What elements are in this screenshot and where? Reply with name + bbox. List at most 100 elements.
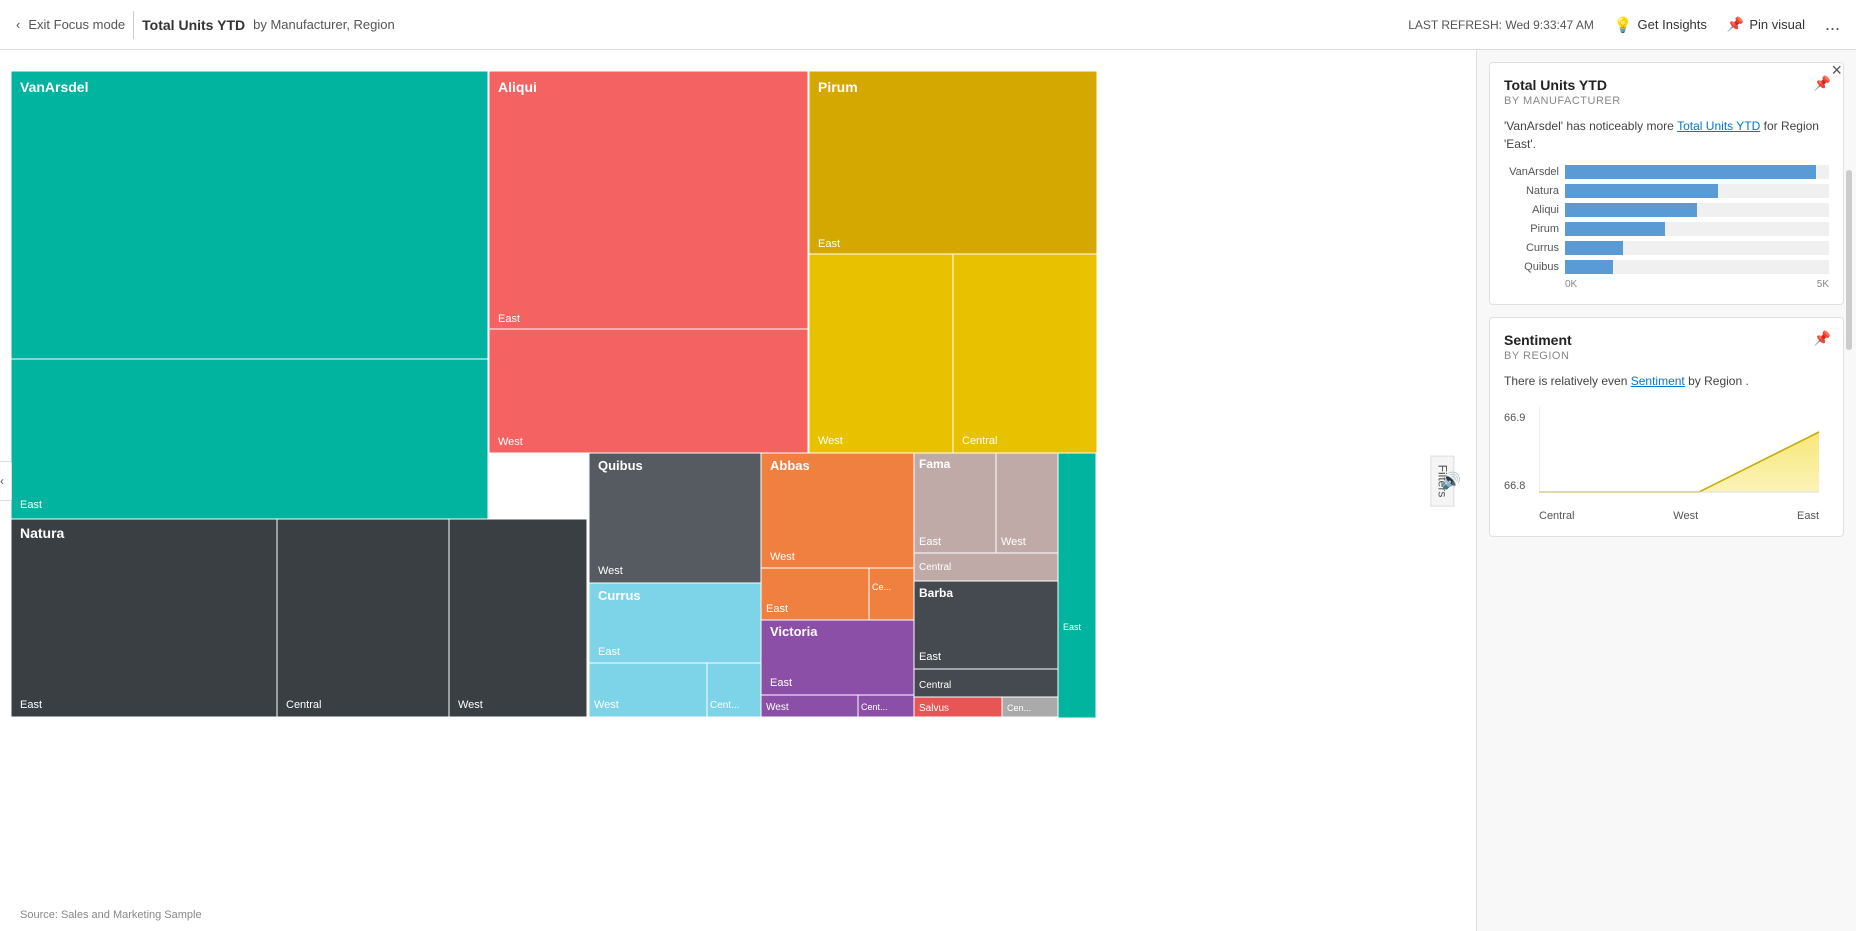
- bar-fill-pirum: [1565, 222, 1665, 236]
- cell-label-fama: Fama: [919, 457, 951, 471]
- collapse-panel-button[interactable]: ‹: [0, 461, 12, 501]
- treemap-cell-vanarsdel-central[interactable]: [11, 71, 488, 359]
- treemap-cell-pirum-west[interactable]: [809, 254, 953, 453]
- page-title: Total Units YTD: [142, 17, 245, 33]
- treemap-cell-aliqui-west[interactable]: [489, 329, 808, 453]
- cell-label-pirum-east: East: [818, 238, 840, 250]
- bar-fill-natura: [1565, 184, 1718, 198]
- cell-label-vanarsdel: VanArsdel: [20, 79, 88, 95]
- audio-icon[interactable]: 🔊: [1441, 471, 1461, 491]
- insights-card-total-units: 📌 Total Units YTD BY MANUFACTURER 'VanAr…: [1489, 62, 1844, 305]
- bar-row-currus: Currus: [1504, 241, 1829, 255]
- cell-label-vanarsdel-east: East: [20, 499, 42, 511]
- cell-label-natura-west: West: [458, 699, 483, 711]
- insights-card-title: Total Units YTD: [1504, 77, 1829, 93]
- cell-label-currus: Currus: [598, 588, 641, 603]
- treemap-svg: VanArsdel East Central West Aliqui East …: [10, 70, 1100, 720]
- bar-fill-vanarsdel: [1565, 165, 1816, 179]
- bar-row-aliqui: Aliqui: [1504, 203, 1829, 217]
- last-refresh-label: LAST REFRESH: Wed 9:33:47 AM: [1408, 18, 1594, 32]
- cell-label-aliqui-east: East: [498, 313, 520, 325]
- cell-label-fama-central: Central: [919, 562, 951, 573]
- cell-label-currus-east: East: [598, 646, 620, 658]
- cell-label-victoria-east: East: [770, 677, 792, 689]
- scrollbar[interactable]: [1846, 170, 1852, 350]
- sentiment-x-labels: Central West East: [1539, 510, 1819, 522]
- cell-label-currus-central: Cent...: [710, 700, 739, 711]
- sentiment-card-title: Sentiment: [1504, 332, 1829, 348]
- cell-label-barba: Barba: [919, 586, 953, 600]
- cell-label-currus-west: West: [594, 699, 619, 711]
- bar-chart: VanArsdel Natura Aliqui Pirum Currus: [1504, 165, 1829, 290]
- treemap-cell-pirum-central[interactable]: [953, 254, 1097, 453]
- bar-row-pirum: Pirum: [1504, 222, 1829, 236]
- treemap-container: ‹ 🔊 Filters VanArsdel East Central West: [10, 70, 1466, 891]
- bar-fill-quibus: [1565, 260, 1613, 274]
- cell-label-aliqui: Aliqui: [498, 79, 537, 95]
- cell-label-abbas-east: East: [766, 603, 788, 615]
- cell-label-salvus: Salvus: [919, 703, 949, 714]
- cell-label-leo-east: East: [1063, 622, 1082, 632]
- bar-row-natura: Natura: [1504, 184, 1829, 198]
- sentiment-link[interactable]: Sentiment: [1631, 374, 1685, 388]
- sentiment-svg: [1539, 407, 1819, 502]
- back-icon: ‹: [16, 17, 20, 32]
- lightbulb-icon: 💡: [1614, 16, 1633, 34]
- pin-sentiment-button[interactable]: 📌: [1814, 330, 1831, 347]
- cell-label-fama-east: East: [919, 536, 941, 548]
- bar-fill-currus: [1565, 241, 1623, 255]
- bar-axis: 0K 5K: [1504, 279, 1829, 290]
- chart-area: ‹ 🔊 Filters VanArsdel East Central West: [0, 50, 1476, 931]
- topbar-right: LAST REFRESH: Wed 9:33:47 AM 💡 Get Insig…: [1408, 14, 1840, 35]
- cell-label-natura: Natura: [20, 525, 65, 541]
- cell-label-victoria: Victoria: [770, 624, 818, 639]
- sentiment-area: [1539, 412, 1819, 492]
- treemap-cell-natura-central[interactable]: [277, 519, 449, 717]
- page-subtitle: by Manufacturer, Region: [253, 17, 395, 32]
- sentiment-area-chart: 66.9 66.8: [1504, 402, 1829, 522]
- bar-fill-aliqui: [1565, 203, 1697, 217]
- cell-label-aliqui-west: West: [498, 436, 523, 448]
- cell-label-pirum-central: Central: [962, 435, 997, 447]
- bar-row-vanarsdel: VanArsdel: [1504, 165, 1829, 179]
- cell-label-abbas-west: West: [770, 551, 795, 563]
- treemap-cell-aliqui-east[interactable]: [489, 71, 808, 329]
- sentiment-y-labels: 66.9 66.8: [1504, 412, 1525, 492]
- topbar: ‹ Exit Focus mode Total Units YTD by Man…: [0, 0, 1856, 50]
- cell-label-abbas: Abbas: [770, 458, 810, 473]
- source-text: Source: Sales and Marketing Sample: [10, 901, 1466, 921]
- bar-row-quibus: Quibus: [1504, 260, 1829, 274]
- insights-link[interactable]: Total Units YTD: [1677, 119, 1760, 133]
- more-options-button[interactable]: ...: [1825, 14, 1840, 35]
- treemap-cell-natura-east[interactable]: [11, 519, 277, 717]
- treemap-cell-leo-east[interactable]: [1058, 453, 1096, 718]
- sentiment-card-description: There is relatively even Sentiment by Re…: [1504, 372, 1829, 390]
- close-panel-button[interactable]: ×: [1831, 60, 1842, 81]
- insights-card-subtitle: BY MANUFACTURER: [1504, 95, 1829, 107]
- right-panel: × 📌 Total Units YTD BY MANUFACTURER 'Van…: [1476, 50, 1856, 931]
- pin-card-button[interactable]: 📌: [1814, 75, 1831, 92]
- topbar-left: ‹ Exit Focus mode Total Units YTD by Man…: [16, 11, 395, 39]
- cell-label-barba-central: Central: [919, 680, 951, 691]
- cell-label-pirum-west: West: [818, 435, 843, 447]
- cell-label-barba-east: East: [919, 651, 941, 663]
- treemap-cell-pirum-east[interactable]: [809, 71, 1097, 254]
- cell-label-fama-west: West: [1001, 536, 1026, 548]
- cell-label-quibus: Quibus: [598, 458, 643, 473]
- treemap-cell-abbas-ce[interactable]: [869, 568, 914, 620]
- cell-label-quibus-west: West: [598, 565, 623, 577]
- insights-card-sentiment: 📌 Sentiment BY REGION There is relativel…: [1489, 317, 1844, 537]
- main-layout: ‹ 🔊 Filters VanArsdel East Central West: [0, 50, 1856, 931]
- sentiment-card-subtitle: BY REGION: [1504, 350, 1829, 362]
- pin-visual-button[interactable]: 📌 Pin visual: [1727, 16, 1805, 33]
- insights-card-description: 'VanArsdel' has noticeably more Total Un…: [1504, 117, 1829, 153]
- cell-label-abbas-ce: Ce...: [872, 582, 891, 592]
- topbar-divider: [133, 11, 134, 39]
- get-insights-button[interactable]: 💡 Get Insights: [1614, 16, 1707, 34]
- cell-label-pirum: Pirum: [818, 79, 858, 95]
- exit-focus-button[interactable]: Exit Focus mode: [28, 17, 125, 32]
- treemap-cell-natura-west[interactable]: [449, 519, 587, 717]
- pin-icon: 📌: [1727, 16, 1744, 33]
- treemap-cell-vanarsdel-east[interactable]: [11, 359, 488, 519]
- cell-label-natura-central: Central: [286, 699, 321, 711]
